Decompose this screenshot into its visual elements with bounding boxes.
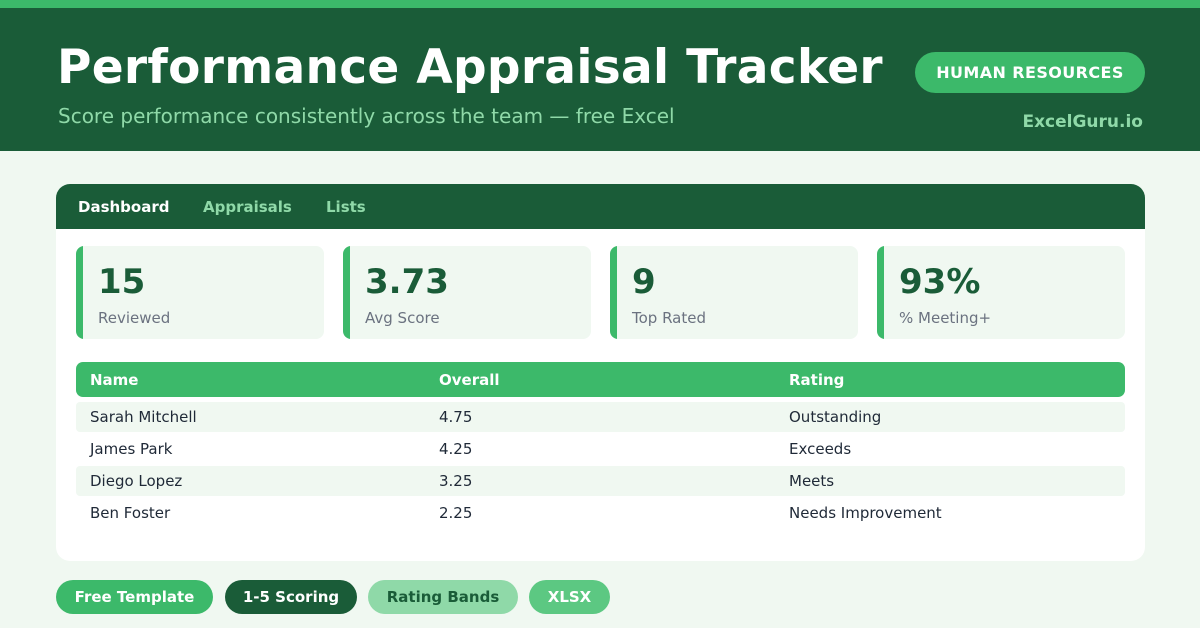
table-row: Diego Lopez 3.25 Meets [76,466,1125,496]
tag-scoring: 1-5 Scoring [225,580,357,614]
cell-name: Sarah Mitchell [90,408,197,426]
kpi-card-avg-score: 3.73 Avg Score [343,246,591,339]
table-row: Ben Foster 2.25 Needs Improvement [76,498,1125,528]
cell-rating: Needs Improvement [789,504,942,522]
sheet-tab-bar: Dashboard Appraisals Lists [56,184,1145,229]
cell-overall: 4.25 [439,440,473,458]
page-subtitle: Score performance consistently across th… [58,104,675,128]
kpi-label: Reviewed [98,309,171,327]
page-title: Performance Appraisal Tracker [57,40,883,95]
tab-appraisals[interactable]: Appraisals [203,198,292,216]
kpi-card-top-rated: 9 Top Rated [610,246,858,339]
column-header-rating: Rating [789,371,845,389]
cell-rating: Outstanding [789,408,882,426]
column-header-overall: Overall [439,371,500,389]
table-row: James Park 4.25 Exceeds [76,434,1125,464]
tab-lists[interactable]: Lists [326,198,366,216]
kpi-label: Top Rated [632,309,706,327]
cell-overall: 2.25 [439,504,473,522]
header-banner: Performance Appraisal Tracker Score perf… [0,8,1200,151]
cell-name: James Park [90,440,173,458]
cell-rating: Meets [789,472,835,490]
kpi-label: Avg Score [365,309,440,327]
cell-rating: Exceeds [789,440,852,458]
kpi-value: 15 [98,262,146,302]
tab-dashboard[interactable]: Dashboard [78,198,169,216]
top-accent-stripe [0,0,1200,8]
column-header-name: Name [90,371,139,389]
table-header: Name Overall Rating [76,362,1125,397]
category-badge: HUMAN RESOURCES [915,52,1145,93]
kpi-value: 93% [899,262,981,302]
cell-overall: 3.25 [439,472,473,490]
cell-overall: 4.75 [439,408,473,426]
tag-rating-bands: Rating Bands [368,580,518,614]
table-row: Sarah Mitchell 4.75 Outstanding [76,402,1125,432]
cell-name: Ben Foster [90,504,171,522]
kpi-value: 9 [632,262,656,302]
kpi-label: % Meeting+ [899,309,992,327]
tag-xlsx: XLSX [529,580,610,614]
cell-name: Diego Lopez [90,472,183,490]
kpi-card-meeting-plus: 93% % Meeting+ [877,246,1125,339]
kpi-value: 3.73 [365,262,449,302]
kpi-card-reviewed: 15 Reviewed [76,246,324,339]
workbook-preview-card: Dashboard Appraisals Lists 15 Reviewed 3… [56,184,1145,561]
brand-name: ExcelGuru.io [1022,112,1143,132]
tag-free-template: Free Template [56,580,213,614]
